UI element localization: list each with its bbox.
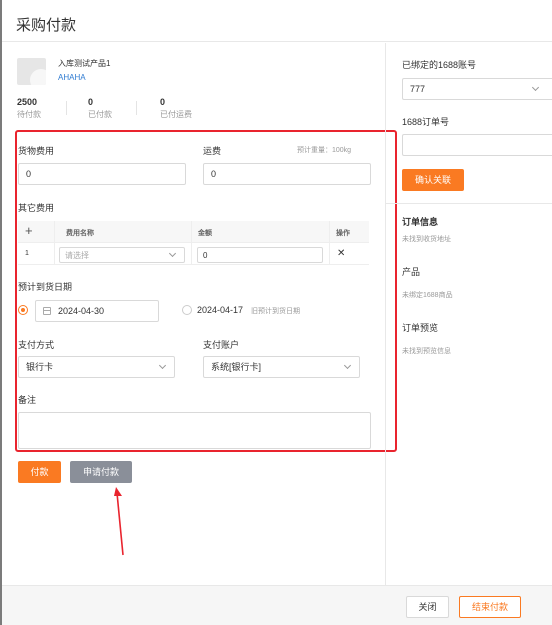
stat-label: 已付运费 — [160, 110, 192, 119]
payment-method-label: 支付方式 — [18, 340, 55, 350]
dialog-footer: 关闭 结束付款 — [2, 585, 552, 625]
dialog-title: 采购付款 — [2, 0, 552, 42]
column-action: 操作 — [336, 230, 350, 237]
confirm-link-button[interactable]: 确认关联 — [402, 169, 464, 191]
arrival-date-picker[interactable]: 2024-04-30 — [35, 300, 159, 322]
payment-account-value: 系统[银行卡] — [211, 362, 262, 372]
stat-label: 已付款 — [88, 110, 112, 119]
payment-dialog: 采购付款 入库测试产品1 AHAHA 2500 待付款 0 已付款 0 已付运费… — [2, 0, 552, 625]
stat-pending: 2500 待付款 — [17, 97, 41, 120]
order-info-title: 订单信息 — [402, 217, 439, 227]
left-panel: 入库测试产品1 AHAHA 2500 待付款 0 已付款 0 已付运费 货物费用… — [2, 43, 397, 585]
row-index: 1 — [25, 250, 29, 257]
column-fee-name: 费用名称 — [66, 230, 94, 237]
old-arrival-hint: 旧预计到货日期 — [251, 308, 300, 315]
arrival-option-old[interactable] — [182, 305, 192, 315]
weight-hint: 预计重量：100kg — [297, 147, 352, 154]
product-empty: 未绑定1688商品 — [402, 292, 453, 299]
annotation-arrow-icon — [114, 487, 124, 556]
chevron-down-icon — [158, 361, 167, 370]
bound-account-select[interactable]: 777 — [402, 78, 552, 100]
remark-textarea[interactable] — [18, 412, 371, 449]
stat-value: 2500 — [17, 97, 38, 107]
payment-account-select[interactable]: 系统[银行卡] — [203, 356, 360, 378]
shipping-input[interactable]: 0 — [203, 163, 371, 185]
section-divider — [386, 203, 552, 204]
order-preview-empty: 未找到预览信息 — [402, 348, 451, 355]
fee-name-select[interactable]: 请选择 — [59, 247, 185, 263]
close-button[interactable]: 关闭 — [406, 596, 449, 618]
finish-payment-button[interactable]: 结束付款 — [459, 596, 521, 618]
goods-fee-input[interactable]: 0 — [18, 163, 186, 185]
stat-divider — [136, 101, 137, 115]
delete-fee-icon[interactable]: ✕ — [337, 248, 345, 259]
product-code-link[interactable]: AHAHA — [58, 73, 86, 82]
chevron-down-icon — [168, 249, 177, 258]
chevron-down-icon — [531, 83, 540, 92]
arrival-date-label: 预计到货日期 — [18, 282, 73, 292]
chevron-down-icon — [343, 361, 352, 370]
payment-account-label: 支付账户 — [203, 340, 240, 350]
product-thumbnail — [17, 58, 46, 85]
order-number-label: 1688订单号 — [402, 117, 450, 127]
stat-value: 0 — [88, 97, 94, 107]
product-name: 入库测试产品1 — [58, 59, 111, 68]
stat-paid: 0 已付款 — [88, 97, 112, 120]
order-preview-title: 订单预览 — [402, 323, 439, 333]
bound-account-value: 777 — [410, 84, 426, 94]
column-amount: 金额 — [198, 230, 212, 237]
stat-label: 待付款 — [17, 110, 41, 119]
bound-account-label: 已绑定的1688账号 — [402, 60, 477, 70]
arrival-date-value: 2024-04-30 — [58, 306, 105, 316]
remark-label: 备注 — [18, 395, 37, 405]
payment-method-value: 银行卡 — [26, 362, 54, 372]
order-info-empty: 未找到收货地址 — [402, 236, 451, 243]
shipping-label: 运费 — [203, 146, 222, 156]
arrival-option-new[interactable] — [18, 305, 28, 315]
add-fee-icon[interactable]: + — [25, 223, 33, 238]
order-number-input[interactable] — [402, 134, 552, 156]
request-pay-button[interactable]: 申请付款 — [70, 461, 132, 483]
right-panel: 已绑定的1688账号 777 1688订单号 确认关联 订单信息 未找到收货地址… — [386, 43, 552, 585]
pay-button[interactable]: 付款 — [18, 461, 61, 483]
old-arrival-date: 2024-04-17 — [197, 305, 244, 315]
fee-amount-input[interactable]: 0 — [197, 247, 323, 263]
stat-shipping-paid: 0 已付运费 — [160, 97, 192, 120]
goods-fee-label: 货物费用 — [18, 146, 55, 156]
stat-value: 0 — [160, 97, 166, 107]
payment-method-select[interactable]: 银行卡 — [18, 356, 175, 378]
stat-divider — [66, 101, 67, 115]
product-title: 产品 — [402, 267, 421, 277]
fee-name-placeholder: 请选择 — [65, 251, 89, 260]
other-fees-label: 其它费用 — [18, 203, 55, 213]
calendar-icon — [43, 307, 51, 315]
